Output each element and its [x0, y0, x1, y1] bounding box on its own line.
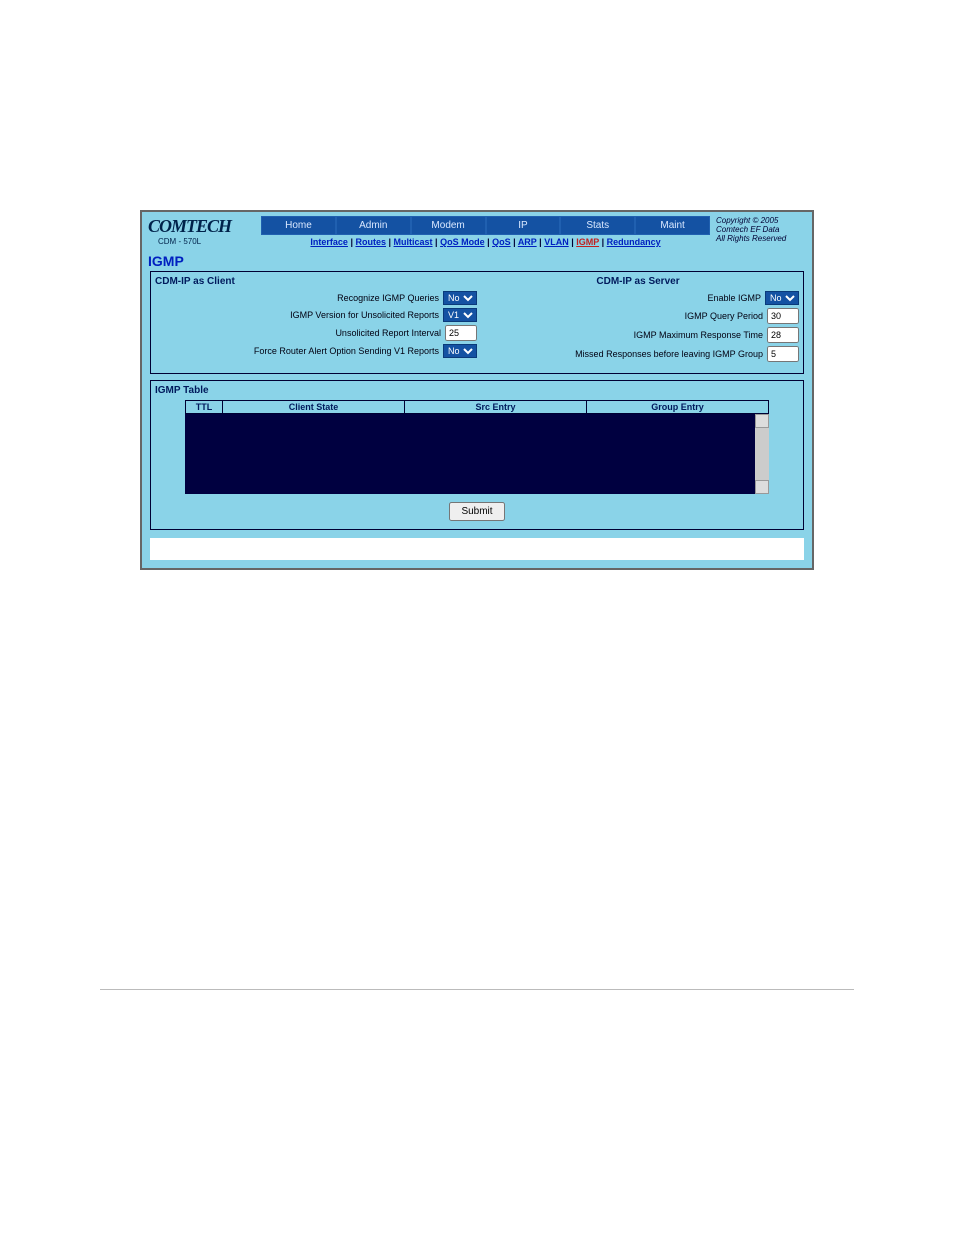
app-window: COMTECH CDM - 570L Home Admin Modem IP S…: [140, 210, 814, 570]
col-src-entry: Src Entry: [405, 401, 587, 413]
scroll-down-icon[interactable]: [755, 480, 769, 494]
tab-modem[interactable]: Modem: [411, 216, 486, 235]
igmp-version-label: IGMP Version for Unsolicited Reports: [290, 310, 439, 320]
server-column: CDM-IP as Server Enable IGMP No IGMP Que…: [477, 276, 799, 365]
table-content: [185, 414, 755, 494]
query-period-input[interactable]: [767, 308, 799, 324]
link-arp[interactable]: ARP: [518, 237, 537, 247]
enable-igmp-label: Enable IGMP: [707, 293, 761, 303]
logo: COMTECH CDM - 570L: [148, 216, 231, 246]
sub-nav: Interface | Routes | Multicast | QoS Mod…: [261, 235, 710, 251]
tab-maint[interactable]: Maint: [635, 216, 710, 235]
force-router-alert-select[interactable]: No: [443, 344, 477, 358]
config-box: CDM-IP as Client Recognize IGMP Queries …: [150, 271, 804, 374]
enable-igmp-select[interactable]: No: [765, 291, 799, 305]
client-title: CDM-IP as Client: [155, 276, 477, 287]
max-response-label: IGMP Maximum Response Time: [634, 330, 763, 340]
tab-ip[interactable]: IP: [486, 216, 561, 235]
copyright-line: Comtech EF Data: [716, 225, 806, 234]
bullet-item: [170, 881, 854, 895]
col-client-state: Client State: [223, 401, 405, 413]
footer-blank: [150, 538, 804, 560]
server-title: CDM-IP as Server: [477, 276, 799, 287]
link-interface[interactable]: Interface: [310, 237, 348, 247]
bullet-item: [170, 736, 854, 750]
max-response-input[interactable]: [767, 327, 799, 343]
topbar: COMTECH CDM - 570L Home Admin Modem IP S…: [142, 212, 812, 251]
igmp-version-select[interactable]: V1: [443, 308, 477, 322]
logo-brand: COMTECH: [148, 216, 231, 237]
col-group-entry: Group Entry: [587, 401, 768, 413]
link-igmp[interactable]: IGMP: [576, 237, 599, 247]
igmp-table-box: IGMP Table TTL Client State Src Entry Gr…: [150, 380, 804, 530]
missed-responses-label: Missed Responses before leaving IGMP Gro…: [575, 349, 763, 359]
body-text: [130, 640, 854, 959]
unsolicited-interval-label: Unsolicited Report Interval: [335, 328, 441, 338]
link-redundancy[interactable]: Redundancy: [607, 237, 661, 247]
copyright: Copyright © 2005 Comtech EF Data All Rig…: [710, 216, 806, 243]
link-vlan[interactable]: VLAN: [544, 237, 569, 247]
link-qosmode[interactable]: QoS Mode: [440, 237, 485, 247]
bullet-item: [170, 808, 854, 822]
missed-responses-input[interactable]: [767, 346, 799, 362]
igmp-table-title: IGMP Table: [155, 385, 799, 396]
force-router-alert-label: Force Router Alert Option Sending V1 Rep…: [254, 346, 439, 356]
query-period-label: IGMP Query Period: [685, 311, 763, 321]
divider: [100, 989, 854, 990]
page-title: IGMP: [148, 253, 812, 269]
col-ttl: TTL: [186, 401, 223, 413]
submit-button[interactable]: Submit: [449, 502, 504, 521]
link-multicast[interactable]: Multicast: [394, 237, 433, 247]
tab-stats[interactable]: Stats: [560, 216, 635, 235]
bullet-item: [170, 640, 854, 654]
logo-model: CDM - 570L: [158, 237, 231, 246]
unsolicited-interval-input[interactable]: [445, 325, 477, 341]
recognize-queries-select[interactable]: No: [443, 291, 477, 305]
copyright-line: Copyright © 2005: [716, 216, 806, 225]
scroll-up-icon[interactable]: [755, 414, 769, 428]
copyright-line: All Rights Reserved: [716, 234, 806, 243]
bullet-item: [170, 672, 854, 686]
bullet-item: [170, 913, 854, 927]
bullet-item: [170, 704, 854, 718]
table-body: [185, 414, 769, 494]
nav-tabs: Home Admin Modem IP Stats Maint: [261, 216, 710, 235]
client-column: CDM-IP as Client Recognize IGMP Queries …: [155, 276, 477, 365]
scrollbar[interactable]: [755, 414, 769, 494]
link-qos[interactable]: QoS: [492, 237, 511, 247]
tab-home[interactable]: Home: [261, 216, 336, 235]
recognize-queries-label: Recognize IGMP Queries: [337, 293, 439, 303]
link-routes[interactable]: Routes: [355, 237, 386, 247]
bullet-item: [170, 945, 854, 959]
table-header: TTL Client State Src Entry Group Entry: [185, 400, 769, 414]
tab-admin[interactable]: Admin: [336, 216, 411, 235]
